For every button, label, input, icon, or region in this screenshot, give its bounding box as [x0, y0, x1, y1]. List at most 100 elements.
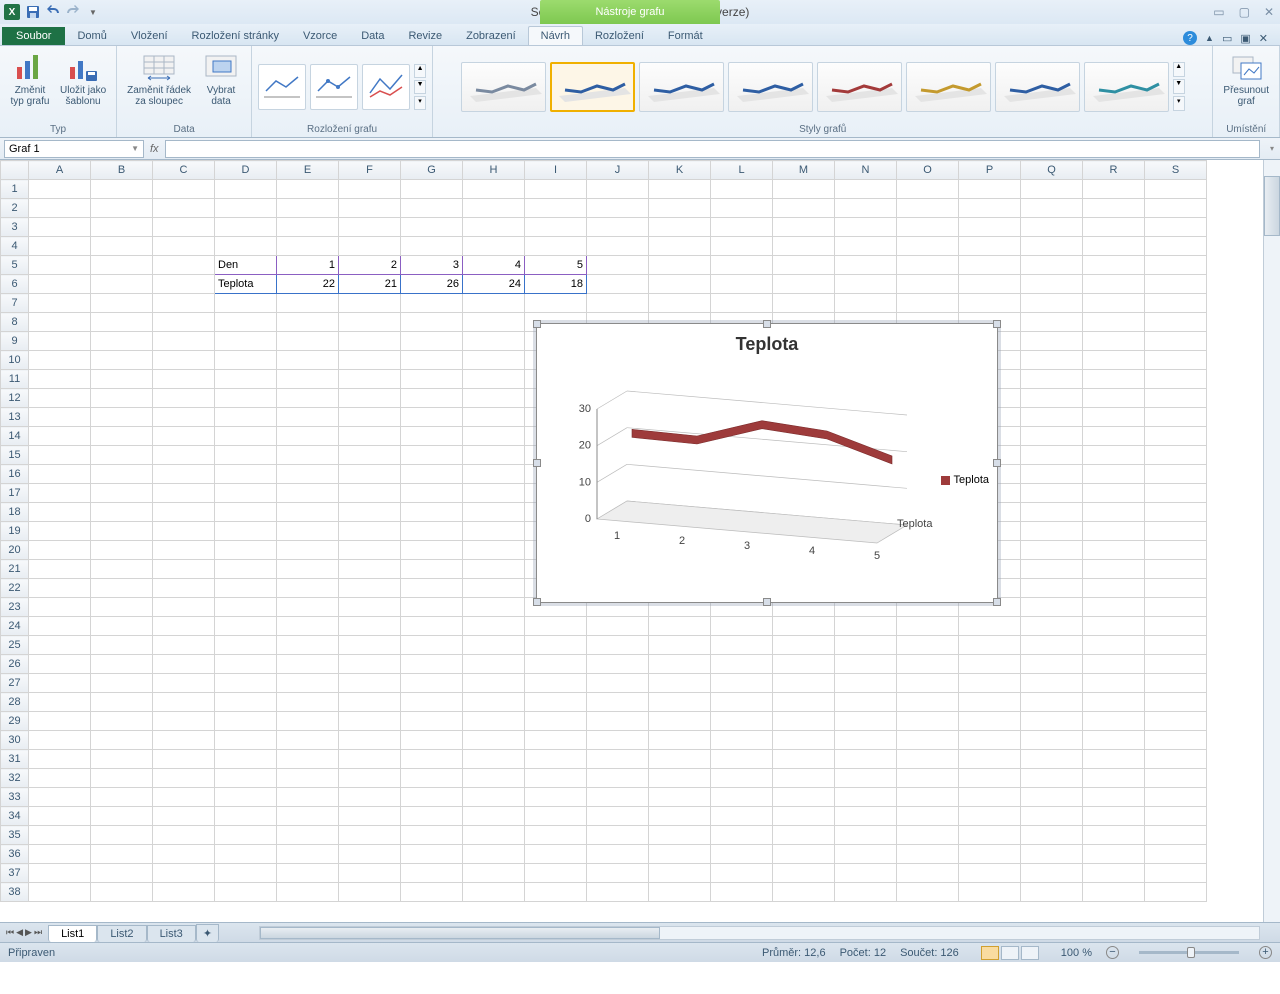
embedded-chart[interactable]: Teplota 010203012345Teplota Teplota [536, 323, 998, 603]
tab-insert[interactable]: Vložení [119, 27, 180, 45]
switch-rc-icon [143, 51, 175, 83]
vertical-scrollbar[interactable] [1263, 160, 1280, 922]
chart-style-option[interactable] [1084, 62, 1169, 112]
ribbon-group-chart-layouts: ▲ ▼ ▾ Rozložení grafu [252, 46, 433, 137]
chart-tools-contextual-tab: Nástroje grafu [540, 0, 720, 24]
svg-text:1: 1 [614, 530, 620, 542]
resize-handle[interactable] [763, 320, 771, 328]
chart-style-option[interactable] [639, 62, 724, 112]
tab-chart-design[interactable]: Návrh [528, 26, 583, 45]
move-chart-button[interactable]: Přesunout graf [1219, 49, 1273, 109]
chart-style-option[interactable] [461, 62, 546, 112]
status-count: Počet: 12 [840, 947, 886, 959]
doc-minimize-icon[interactable]: ▭ [1222, 32, 1232, 45]
zoom-slider[interactable] [1139, 951, 1239, 954]
minimize-ribbon-icon[interactable]: ▲ [1205, 33, 1214, 43]
chart-plot-area[interactable]: 010203012345Teplota [557, 359, 997, 569]
minimize-icon[interactable]: ▭ [1213, 5, 1224, 19]
tab-page-layout[interactable]: Rozložení stránky [180, 27, 291, 45]
close-icon[interactable]: ✕ [1264, 5, 1274, 19]
ribbon-group-type: Změnit typ grafu Uložit jako šablonu Typ [0, 46, 117, 137]
zoom-level: 100 % [1061, 947, 1092, 959]
sheet-nav-first[interactable]: ⏮ [6, 927, 14, 938]
formula-bar[interactable] [165, 140, 1260, 158]
tab-view[interactable]: Zobrazení [454, 27, 528, 45]
layouts-more[interactable]: ▾ [414, 96, 426, 110]
tab-review[interactable]: Revize [396, 27, 454, 45]
name-box[interactable]: Graf 1▼ [4, 140, 144, 158]
resize-handle[interactable] [993, 320, 1001, 328]
chart-style-option[interactable] [550, 62, 635, 112]
switch-row-column-button[interactable]: Zaměnit řádek za sloupec [123, 49, 195, 109]
new-sheet-button[interactable]: ✦ [196, 924, 219, 942]
select-data-button[interactable]: Vybrat data [197, 49, 245, 109]
undo-icon[interactable] [44, 3, 62, 21]
sheet-tab-bar: ⏮ ◀ ▶ ⏭ List1 List2 List3 ✦ [0, 922, 1280, 942]
sheet-tab[interactable]: List3 [147, 925, 196, 942]
tab-home[interactable]: Domů [65, 27, 118, 45]
change-chart-type-button[interactable]: Změnit typ grafu [6, 49, 54, 109]
save-as-template-button[interactable]: Uložit jako šablonu [56, 49, 110, 109]
sheet-tab-active[interactable]: List1 [48, 925, 97, 942]
excel-icon: X [4, 4, 20, 20]
qat-dropdown-icon[interactable]: ▼ [84, 3, 102, 21]
sheet-tab[interactable]: List2 [97, 925, 146, 942]
help-icon[interactable]: ? [1183, 31, 1197, 45]
tab-chart-layout[interactable]: Rozložení [583, 27, 656, 45]
svg-text:4: 4 [809, 545, 815, 557]
status-sum: Součet: 126 [900, 947, 959, 959]
status-ready: Připraven [8, 947, 55, 959]
redo-icon[interactable] [64, 3, 82, 21]
layouts-scroll-down[interactable]: ▼ [414, 80, 426, 94]
svg-text:30: 30 [579, 403, 591, 415]
expand-formula-bar-icon[interactable]: ▾ [1264, 144, 1280, 153]
resize-handle[interactable] [533, 459, 541, 467]
chart-style-option[interactable] [906, 62, 991, 112]
chart-style-option[interactable] [995, 62, 1080, 112]
styles-more[interactable]: ▾ [1173, 96, 1185, 111]
worksheet-area[interactable]: ABCDEFGHIJKLMNOPQRS12345Den123456Teplota… [0, 160, 1280, 922]
status-bar: Připraven Průměr: 12,6 Počet: 12 Součet:… [0, 942, 1280, 962]
tab-data[interactable]: Data [349, 27, 396, 45]
resize-handle[interactable] [533, 320, 541, 328]
view-normal-button[interactable] [981, 946, 999, 960]
move-chart-icon [1230, 51, 1262, 83]
window-controls: ▭ ▢ ✕ [1213, 5, 1274, 19]
save-icon[interactable] [24, 3, 42, 21]
sheet-nav-next[interactable]: ▶ [25, 927, 32, 938]
styles-scroll-down[interactable]: ▼ [1173, 79, 1185, 94]
horizontal-scrollbar[interactable] [259, 926, 1260, 940]
resize-handle[interactable] [533, 598, 541, 606]
sheet-nav-last[interactable]: ⏭ [34, 927, 42, 938]
svg-text:2: 2 [679, 535, 685, 547]
fx-icon[interactable]: fx [150, 143, 159, 155]
zoom-out-button[interactable]: − [1106, 946, 1119, 959]
chart-title[interactable]: Teplota [537, 324, 997, 359]
chart-layout-option[interactable] [310, 64, 358, 110]
chart-layout-option[interactable] [362, 64, 410, 110]
tab-chart-format[interactable]: Formát [656, 27, 715, 45]
legend-swatch [941, 476, 950, 485]
chart-layout-option[interactable] [258, 64, 306, 110]
layouts-scroll-up[interactable]: ▲ [414, 64, 426, 78]
doc-close-icon[interactable]: ✕ [1259, 32, 1268, 45]
resize-handle[interactable] [763, 598, 771, 606]
chart-style-option[interactable] [817, 62, 902, 112]
sheet-nav-prev[interactable]: ◀ [16, 927, 23, 938]
doc-restore-icon[interactable]: ▣ [1240, 32, 1250, 45]
styles-scroll-up[interactable]: ▲ [1173, 62, 1185, 77]
zoom-in-button[interactable]: + [1259, 946, 1272, 959]
chart-style-option[interactable] [728, 62, 813, 112]
ribbon-group-data: Zaměnit řádek za sloupec Vybrat data Dat… [117, 46, 252, 137]
tab-formulas[interactable]: Vzorce [291, 27, 349, 45]
tab-file[interactable]: Soubor [2, 27, 65, 45]
chart-legend[interactable]: Teplota [941, 474, 989, 486]
view-page-break-button[interactable] [1021, 946, 1039, 960]
maximize-icon[interactable]: ▢ [1239, 5, 1250, 19]
ribbon-group-chart-styles: ▲▼▾ Styly grafů [433, 46, 1213, 137]
resize-handle[interactable] [993, 598, 1001, 606]
sheet-nav-buttons: ⏮ ◀ ▶ ⏭ [0, 927, 48, 938]
ribbon-tabs: Soubor Domů Vložení Rozložení stránky Vz… [0, 24, 1280, 46]
svg-text:5: 5 [874, 550, 880, 562]
view-page-layout-button[interactable] [1001, 946, 1019, 960]
